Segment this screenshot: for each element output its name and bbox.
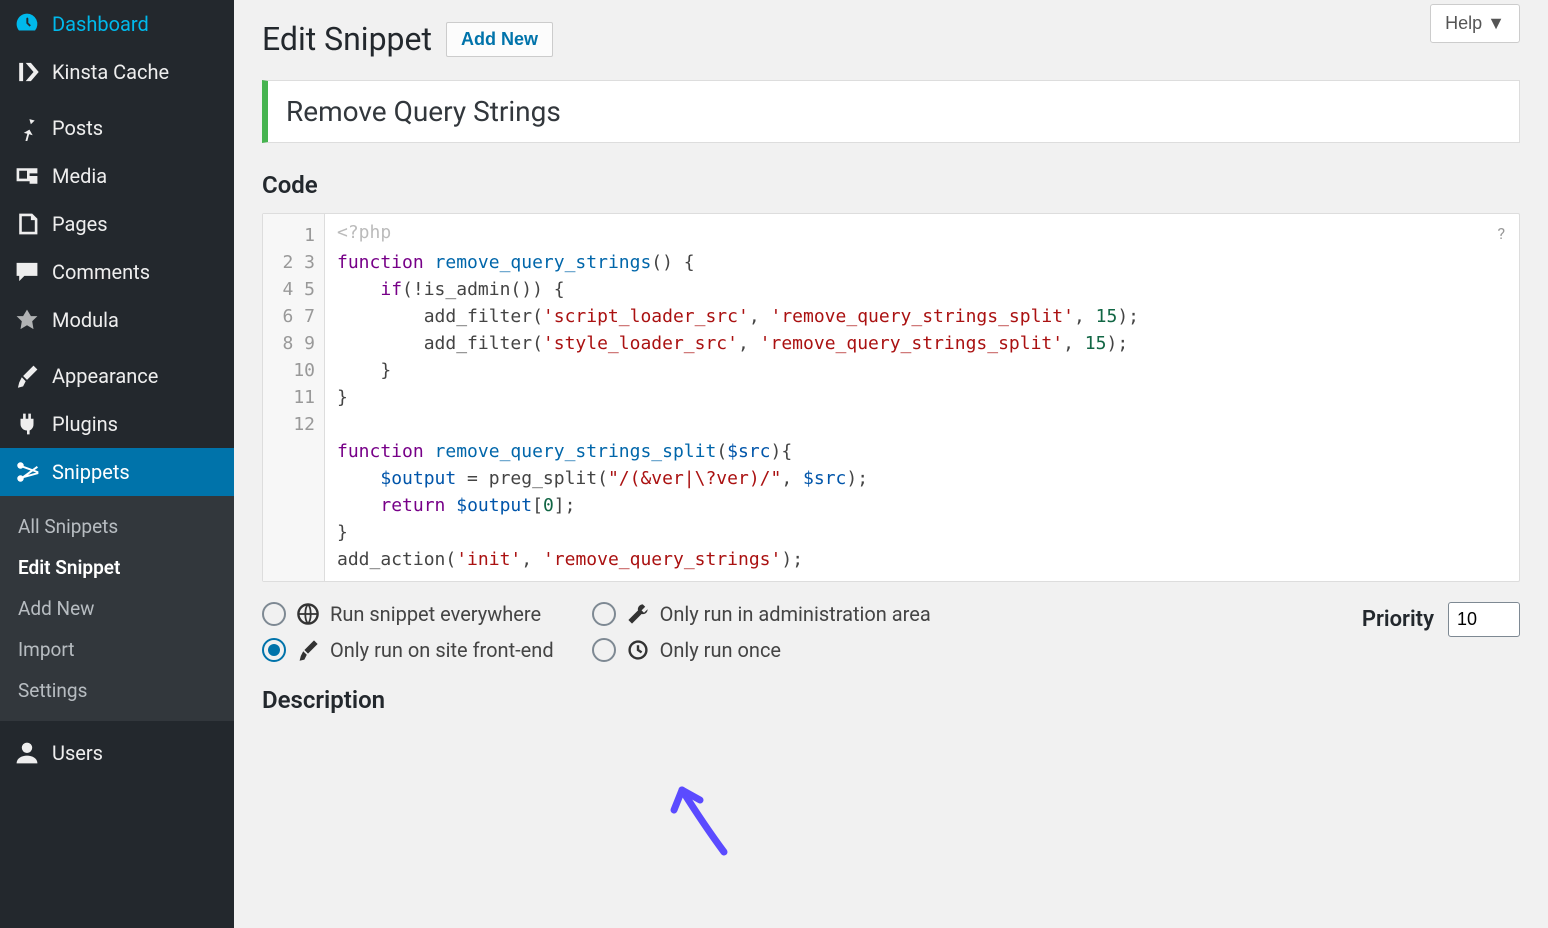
pages-icon: [14, 211, 40, 237]
brush-icon: [296, 638, 320, 662]
chevron-down-icon: ▼: [1487, 13, 1505, 33]
media-icon: [14, 163, 40, 189]
sidebar-item-pages[interactable]: Pages: [0, 200, 234, 248]
pin-icon: [14, 115, 40, 141]
scope-option-run-snippet-everywhere[interactable]: Run snippet everywhere: [262, 602, 554, 626]
priority-label: Priority: [1362, 607, 1434, 632]
sidebar-item-dashboard[interactable]: Dashboard: [0, 0, 234, 48]
scope-option-only-run-in-administration-area[interactable]: Only run in administration area: [592, 602, 931, 626]
submenu-item-edit-snippet[interactable]: Edit Snippet: [0, 547, 234, 588]
snippet-title-input[interactable]: Remove Query Strings: [262, 80, 1520, 143]
annotation-arrow: [664, 770, 754, 860]
dashboard-icon: [14, 11, 40, 37]
modula-icon: [14, 307, 40, 333]
sidebar-item-media[interactable]: Media: [0, 152, 234, 200]
code-editor[interactable]: <?php ? 1 2 3 4 5 6 7 8 9 10 11 12 funct…: [262, 213, 1520, 582]
sidebar-item-comments[interactable]: Comments: [0, 248, 234, 296]
priority-input[interactable]: [1448, 602, 1520, 637]
submenu-item-import[interactable]: Import: [0, 629, 234, 670]
radio-icon: [262, 602, 286, 626]
sidebar-item-posts[interactable]: Posts: [0, 104, 234, 152]
main-content: Help ▼ Edit Snippet Add New Remove Query…: [234, 0, 1548, 928]
scope-options: Run snippet everywhere Only run in admini…: [262, 602, 931, 662]
php-opening-hint: <?php: [337, 222, 391, 243]
clock-icon: [626, 638, 650, 662]
users-icon: [14, 740, 40, 766]
line-numbers: 1 2 3 4 5 6 7 8 9 10 11 12: [263, 214, 325, 581]
sidebar-submenu: All SnippetsEdit SnippetAdd NewImportSet…: [0, 496, 234, 721]
help-tab[interactable]: Help ▼: [1430, 4, 1520, 43]
sidebar-item-snippets[interactable]: Snippets: [0, 448, 234, 496]
priority-field: Priority: [1362, 602, 1520, 637]
scope-option-only-run-on-site-front-end[interactable]: Only run on site front-end: [262, 638, 554, 662]
radio-icon: [592, 602, 616, 626]
globe-icon: [296, 602, 320, 626]
add-new-button[interactable]: Add New: [446, 22, 553, 57]
scissors-icon: [14, 459, 40, 485]
code-heading: Code: [262, 171, 1520, 199]
sidebar-item-plugins[interactable]: Plugins: [0, 400, 234, 448]
brush-icon: [14, 363, 40, 389]
page-title: Edit Snippet: [262, 20, 432, 58]
admin-sidebar: DashboardKinsta Cache PostsMediaPagesComm…: [0, 0, 234, 928]
sidebar-item-appearance[interactable]: Appearance: [0, 352, 234, 400]
description-heading: Description: [262, 686, 1520, 714]
submenu-item-add-new[interactable]: Add New: [0, 588, 234, 629]
submenu-item-settings[interactable]: Settings: [0, 670, 234, 711]
radio-icon: [262, 638, 286, 662]
wrench-icon: [626, 602, 650, 626]
sidebar-item-kinsta-cache[interactable]: Kinsta Cache: [0, 48, 234, 96]
help-icon[interactable]: ?: [1497, 224, 1505, 243]
plug-icon: [14, 411, 40, 437]
comments-icon: [14, 259, 40, 285]
radio-icon: [592, 638, 616, 662]
sidebar-item-users[interactable]: Users: [0, 729, 234, 777]
kinsta-icon: [14, 59, 40, 85]
scope-option-only-run-once[interactable]: Only run once: [592, 638, 931, 662]
submenu-item-all-snippets[interactable]: All Snippets: [0, 506, 234, 547]
sidebar-item-modula[interactable]: Modula: [0, 296, 234, 344]
code-content[interactable]: function remove_query_strings() { if(!is…: [325, 214, 1519, 581]
